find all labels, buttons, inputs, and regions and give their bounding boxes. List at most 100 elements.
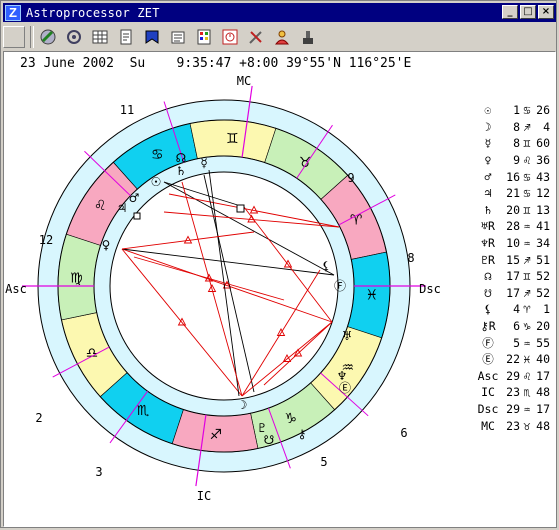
planet-degree: 6 bbox=[513, 319, 520, 334]
vertex-glyph: Ⓔ bbox=[339, 381, 351, 395]
planet-minutes: 17 bbox=[536, 401, 550, 416]
aspect-line bbox=[121, 248, 335, 276]
planet-row: Ⓕ 5 ♒ 55 bbox=[474, 334, 554, 351]
house-number-8: 8 bbox=[407, 251, 414, 265]
maximize-button[interactable]: □ bbox=[520, 5, 536, 19]
south-node-glyph: ☋ bbox=[264, 433, 275, 447]
page-icon[interactable] bbox=[115, 26, 137, 48]
saturn-glyph: ♄ bbox=[176, 164, 187, 178]
bookmark-icon[interactable] bbox=[141, 26, 163, 48]
tools-icon[interactable] bbox=[245, 26, 267, 48]
close-button[interactable]: × bbox=[538, 5, 554, 19]
planet-degree: 29 bbox=[506, 368, 520, 383]
title-bar[interactable]: Z Astroprocessor ZET _ □ × bbox=[3, 3, 556, 22]
planet-row: MC 23 ♉ 48 bbox=[474, 417, 554, 434]
house-number-2: 2 bbox=[35, 411, 42, 425]
planet-minutes: 17 bbox=[536, 368, 550, 383]
planet-glyph: IC bbox=[481, 385, 495, 400]
open-disc-icon[interactable] bbox=[37, 26, 59, 48]
planet-minutes: 40 bbox=[536, 352, 550, 367]
planet-sign: ♉ bbox=[523, 418, 531, 433]
planet-minutes: 41 bbox=[536, 219, 550, 234]
planet-row: ♀ 9 ♌ 36 bbox=[474, 152, 554, 169]
sign-glyph-cancer: ♋ bbox=[151, 147, 164, 163]
minimize-button[interactable]: _ bbox=[502, 5, 518, 19]
planet-sign: ♒ bbox=[523, 236, 531, 251]
planet-row: ⚷R 6 ♑ 20 bbox=[474, 318, 554, 335]
figure-icon[interactable] bbox=[297, 26, 319, 48]
table-icon[interactable] bbox=[89, 26, 111, 48]
planet-degree: 20 bbox=[506, 202, 520, 217]
planet-degree: 22 bbox=[506, 352, 520, 367]
ic-label: IC bbox=[197, 489, 211, 503]
planet-sign: ♋ bbox=[523, 186, 531, 201]
planet-minutes: 52 bbox=[536, 269, 550, 284]
planet-sign: ♊ bbox=[523, 136, 531, 151]
planet-sign: ♏ bbox=[523, 385, 531, 400]
planet-row: ♂ 16 ♋ 43 bbox=[474, 168, 554, 185]
sign-glyph-aries: ♈ bbox=[350, 212, 363, 228]
planet-sign: ♓ bbox=[523, 352, 531, 367]
planet-degree: 28 bbox=[506, 219, 520, 234]
aspect-square-mark bbox=[133, 212, 141, 220]
planet-minutes: 12 bbox=[536, 186, 550, 201]
house-number-11: 11 bbox=[120, 103, 134, 117]
aspect-line bbox=[133, 256, 285, 301]
person-icon[interactable] bbox=[271, 26, 293, 48]
planet-minutes: 48 bbox=[536, 418, 550, 433]
aspect-line bbox=[163, 181, 245, 208]
planet-row: ♄ 20 ♊ 13 bbox=[474, 202, 554, 219]
sign-glyph-pisces: ♓ bbox=[365, 287, 378, 303]
refresh-icon[interactable] bbox=[63, 26, 85, 48]
house-number-6: 6 bbox=[400, 426, 407, 440]
blank-doc-icon[interactable] bbox=[3, 26, 25, 48]
planet-row: IC 23 ♏ 48 bbox=[474, 384, 554, 401]
planet-row: ♅R 28 ♒ 41 bbox=[474, 218, 554, 235]
chiron-glyph: ⚷ bbox=[298, 427, 307, 441]
planet-row: Asc 29 ♌ 17 bbox=[474, 368, 554, 385]
planet-minutes: 13 bbox=[536, 202, 550, 217]
planet-glyph: Ⓔ bbox=[482, 352, 494, 367]
notes-icon[interactable] bbox=[167, 26, 189, 48]
planet-glyph: Asc bbox=[477, 368, 499, 383]
sign-glyph-scorpio: ♏ bbox=[137, 403, 150, 419]
planet-minutes: 43 bbox=[536, 169, 550, 184]
planet-minutes: 52 bbox=[536, 285, 550, 300]
planet-degree: 21 bbox=[506, 186, 520, 201]
planet-degree: 10 bbox=[506, 236, 520, 251]
planet-degree: 8 bbox=[513, 119, 520, 134]
planet-row: ♆R 10 ♒ 34 bbox=[474, 235, 554, 252]
planet-minutes: 51 bbox=[536, 252, 550, 267]
planet-glyph: ♅R bbox=[481, 219, 495, 234]
planet-glyph: ☊ bbox=[484, 269, 492, 284]
planet-degree: 5 bbox=[513, 335, 520, 350]
planet-degree: 29 bbox=[506, 401, 520, 416]
venus-glyph: ♀ bbox=[102, 238, 111, 252]
sun-glyph: ☉ bbox=[151, 175, 162, 189]
sign-glyph-virgo: ♍ bbox=[70, 271, 83, 287]
planet-minutes: 55 bbox=[536, 335, 550, 350]
lilith-glyph: ⚸ bbox=[322, 259, 331, 273]
color-grid-icon[interactable] bbox=[193, 26, 215, 48]
planet-minutes: 20 bbox=[536, 319, 550, 334]
sign-glyph-leo: ♌ bbox=[94, 198, 107, 214]
planet-row: ☋ 17 ♐ 52 bbox=[474, 285, 554, 302]
planet-row: ♃ 21 ♋ 12 bbox=[474, 185, 554, 202]
planet-sign: ♋ bbox=[523, 103, 531, 118]
planet-glyph: ☋ bbox=[484, 285, 492, 300]
time-chart-icon[interactable] bbox=[219, 26, 241, 48]
planet-glyph: Dsc bbox=[477, 401, 499, 416]
planet-degree: 16 bbox=[506, 169, 520, 184]
planet-minutes: 34 bbox=[536, 236, 550, 251]
natal-chart-wheel[interactable]: ♉♈♓♒♑♐♏♎♍♌♋♊ 1191282635 ☉☊ ☿♄♂♃♀⚸Ⓕ♅♆Ⓔ⚷☽♇☋… bbox=[4, 52, 553, 524]
uranus-glyph: ♅ bbox=[342, 329, 353, 343]
planet-sign: ♒ bbox=[523, 335, 531, 350]
fortuna-glyph: Ⓕ bbox=[334, 279, 346, 293]
sign-glyph-taurus: ♉ bbox=[299, 155, 312, 171]
aspect-square-mark bbox=[236, 204, 245, 213]
planet-degree: 8 bbox=[513, 136, 520, 151]
planet-degree: 17 bbox=[506, 285, 520, 300]
aspect-line bbox=[203, 174, 255, 393]
sign-glyph-gemini: ♊ bbox=[226, 131, 239, 147]
aspect-line bbox=[243, 206, 333, 323]
